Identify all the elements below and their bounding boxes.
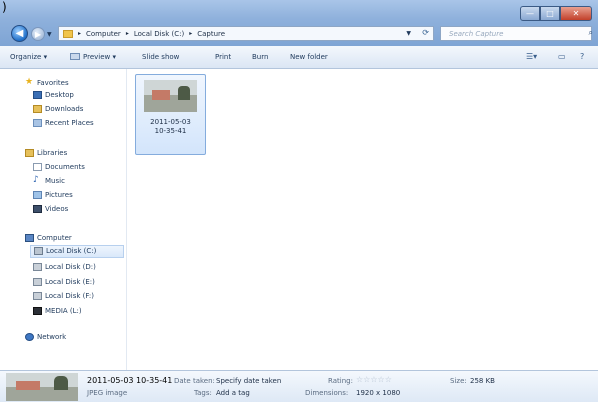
preview-pane-icon[interactable]: ▭ [558,52,566,61]
star-icon[interactable]: ☆ [370,375,377,384]
image-thumbnail [144,80,197,112]
address-dropdown-icon[interactable]: ▼ [406,30,411,37]
details-filename: 2011-05-03 10-35-41 [87,376,173,385]
nav-label: Videos [45,205,69,213]
music-icon: ♪ [33,175,39,185]
print-button[interactable]: Print [215,53,231,61]
preview-icon [70,53,80,60]
search-icon[interactable]: ⌕ [589,28,593,38]
forward-icon: ▶ [34,30,42,39]
nav-label: Local Disk (F:) [45,292,94,300]
date-taken-label: Date taken: [174,377,215,385]
back-icon: ◀ [15,28,24,39]
date-taken-value[interactable]: Specify date taken [216,377,281,385]
nav-label: Local Disk (C:) [46,247,97,255]
title-bar: ) — □ ✕ ◀ ▶ ▼ ▸ Computer ▸ Local Disk (C… [0,0,598,46]
file-item-selected[interactable]: 2011-05-03 10-35-41 [135,74,206,155]
nav-label: Local Disk (E:) [45,278,95,286]
tags-value[interactable]: Add a tag [216,389,250,397]
breadcrumb-local-disk-c[interactable]: Local Disk (C:) [134,30,184,38]
libraries-icon [25,149,34,157]
window-controls: — □ ✕ [520,6,592,21]
back-button[interactable]: ◀ [11,25,28,42]
breadcrumb-separator: ▸ [189,30,193,37]
recent-places-icon [33,119,42,127]
preview-button[interactable]: Preview ▾ [83,53,116,61]
minimize-button[interactable]: — [520,6,540,21]
search-box[interactable]: Search Capture ⌕ [440,26,593,41]
nav-label: Documents [45,163,85,171]
navigation-pane: ★ Favorites Desktop Downloads Recent Pla… [0,69,127,370]
star-icon[interactable]: ☆ [385,375,392,384]
help-icon[interactable]: ? [580,52,584,61]
nav-label: Libraries [37,149,68,157]
network-icon [25,333,34,341]
computer-icon [25,234,34,242]
details-filetype: JPEG image [87,389,128,397]
address-bar[interactable]: ▸ Computer ▸ Local Disk (C:) ▸ Capture ▼… [58,26,434,41]
nav-label: Network [37,333,67,341]
rating-stars[interactable]: ☆☆☆☆☆ [356,375,392,384]
disk-icon [34,247,43,255]
organize-button[interactable]: Organize ▾ [10,53,47,61]
nav-local-disk-c[interactable]: Local Disk (C:) [30,245,124,258]
new-folder-button[interactable]: New folder [290,53,328,61]
nav-label: Computer [37,234,72,242]
breadcrumb-separator: ▸ [78,30,82,37]
nav-label: Favorites [37,79,69,87]
nav-label: Desktop [45,91,74,99]
nav-label: Pictures [45,191,73,199]
star-icon[interactable]: ☆ [378,375,385,384]
removable-disk-icon [33,307,42,315]
explorer-window: ) — □ ✕ ◀ ▶ ▼ ▸ Computer ▸ Local Disk (C… [0,0,598,402]
file-list: 2011-05-03 10-35-41 [127,69,598,370]
command-bar: Organize ▾ Preview ▾ Slide show Print Bu… [0,46,598,69]
rating-label: Rating: [328,377,353,385]
size-label: Size: [450,377,467,385]
forward-button[interactable]: ▶ [31,27,45,41]
folder-icon [63,29,73,38]
file-name-line1: 2011-05-03 [150,118,191,126]
burn-button[interactable]: Burn [252,53,268,61]
tags-label: Tags: [194,389,212,397]
nav-label: MEDIA (L:) [45,307,82,315]
disk-icon [33,263,42,271]
file-name-line2: 10-35-41 [154,127,187,135]
breadcrumb-separator: ▸ [125,30,129,37]
maximize-button[interactable]: □ [540,6,560,21]
downloads-icon [33,105,42,113]
size-value: 258 KB [470,377,495,385]
dimensions-label: Dimensions: [305,389,349,397]
pictures-icon [33,191,42,199]
details-pane: 2011-05-03 10-35-41 JPEG image Date take… [0,370,598,402]
star-icon: ★ [25,77,34,87]
documents-icon [33,163,42,171]
dimensions-value: 1920 x 1080 [356,389,401,397]
recent-pages-dropdown[interactable]: ▼ [47,31,52,38]
details-thumbnail [6,373,78,401]
nav-label: Recent Places [45,119,94,127]
refresh-icon[interactable]: ⟳ [422,28,429,37]
disk-icon [33,292,42,300]
close-button[interactable]: ✕ [560,6,592,21]
corner-glyph: ) [2,0,7,14]
breadcrumb-capture[interactable]: Capture [197,30,225,38]
desktop-icon [33,91,42,99]
videos-icon [33,205,42,213]
search-input[interactable]: Search Capture [449,30,503,38]
nav-label: Downloads [45,105,84,113]
breadcrumb-computer[interactable]: Computer [86,30,121,38]
file-name: 2011-05-03 10-35-41 [136,118,205,136]
disk-icon [33,278,42,286]
slideshow-button[interactable]: Slide show [142,53,179,61]
change-view-icon[interactable]: ☰▾ [526,52,537,61]
nav-label: Local Disk (D:) [45,263,96,271]
nav-label: Music [45,177,65,185]
